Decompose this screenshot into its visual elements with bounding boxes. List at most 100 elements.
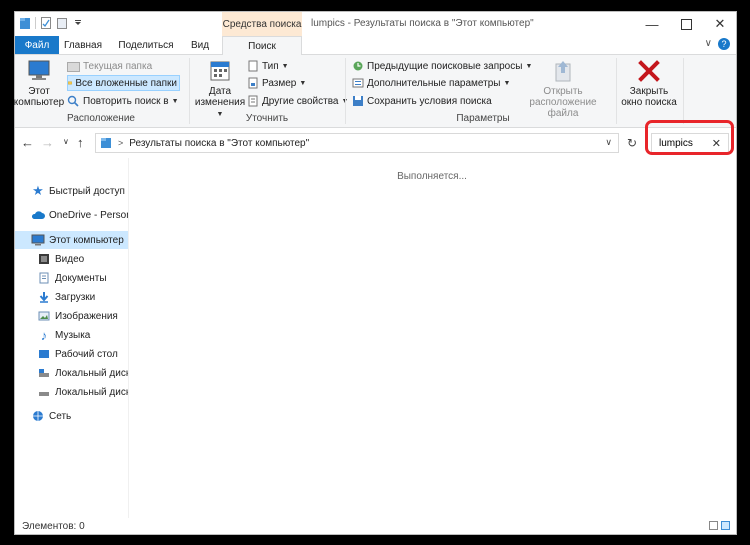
- nav-item-local-disk-1[interactable]: Локальный диск: [15, 364, 128, 382]
- nav-item-local-disk-2[interactable]: Локальный диск: [15, 383, 128, 401]
- type-filter-button[interactable]: Тип ▼: [247, 58, 289, 74]
- navigation-bar: ← → ∨ ↑ > Результаты поиска в "Этот комп…: [15, 128, 736, 158]
- computer-icon: [28, 60, 50, 80]
- subfolders-icon: [68, 81, 72, 85]
- search-progress-text: Выполняется...: [397, 171, 467, 182]
- all-subfolders-button[interactable]: Все вложенные папки: [67, 75, 180, 91]
- details-view-icon[interactable]: [709, 521, 718, 530]
- refresh-icon: ↻: [627, 136, 638, 150]
- calendar-icon: [210, 61, 230, 81]
- save-search-button[interactable]: Сохранить условия поиска: [352, 93, 492, 109]
- minimize-button[interactable]: —: [635, 12, 669, 36]
- search-results-folder-icon: [101, 138, 111, 148]
- type-icon: [248, 60, 258, 72]
- close-x-icon: [638, 60, 660, 82]
- view-switcher: [709, 521, 730, 530]
- this-pc-button[interactable]: Этот компьютер: [14, 58, 64, 108]
- ribbon-tabs: Файл Главная Поделиться Вид Поиск ∨ ?: [15, 36, 736, 55]
- hard-drive-icon: [37, 385, 51, 399]
- forward-arrow-icon: →: [41, 135, 54, 150]
- maximize-button[interactable]: [669, 12, 703, 36]
- dropdown-caret-icon: ▼: [503, 79, 511, 87]
- customize-qat-icon[interactable]: [72, 16, 84, 30]
- save-icon: [353, 96, 363, 106]
- open-file-location-button[interactable]: Открыть расположение файла: [515, 58, 611, 119]
- computer-icon: [31, 233, 45, 247]
- ribbon-separator: [616, 58, 617, 124]
- address-bar[interactable]: > Результаты поиска в "Этот компьютер" ∨: [95, 133, 619, 153]
- group-label-refine: Уточнить: [245, 113, 289, 124]
- group-label-location: Расположение: [67, 113, 135, 124]
- close-window-button[interactable]: ✕: [703, 12, 737, 36]
- open-location-icon: [555, 61, 571, 82]
- document-icon: [37, 271, 51, 285]
- nav-item-music[interactable]: ♪ Музыка: [15, 326, 128, 344]
- properties-icon[interactable]: [40, 16, 52, 30]
- close-icon: ✕: [714, 16, 726, 31]
- chevron-down-icon: ∨: [63, 137, 69, 146]
- ribbon: Этот компьютер Текущая папка Все вложенн…: [14, 55, 736, 128]
- nav-item-video[interactable]: Видео: [15, 250, 128, 268]
- nav-item-network[interactable]: Сеть: [15, 407, 128, 425]
- navigation-pane: ★ Быстрый доступ OneDrive - Persona Этот…: [15, 158, 129, 518]
- up-button[interactable]: ↑: [77, 135, 84, 150]
- nav-item-documents[interactable]: Документы: [15, 269, 128, 287]
- help-icon[interactable]: ?: [718, 38, 730, 50]
- breadcrumb-chevron-icon: >: [118, 138, 124, 148]
- window-title: lumpics - Результаты поиска в "Этот комп…: [311, 18, 534, 29]
- star-icon: ★: [32, 183, 44, 198]
- date-modified-button[interactable]: Дата изменения ▼: [195, 58, 245, 120]
- ribbon-separator: [189, 58, 190, 124]
- tab-view[interactable]: Вид: [183, 36, 217, 54]
- tab-share[interactable]: Поделиться: [113, 36, 179, 54]
- nav-item-desktop[interactable]: Рабочий стол: [15, 345, 128, 363]
- nav-item-this-pc[interactable]: Этот компьютер: [15, 231, 128, 249]
- folder-icon: [67, 61, 80, 72]
- back-button[interactable]: ←: [21, 135, 34, 150]
- new-folder-icon[interactable]: [56, 16, 68, 30]
- recent-searches-button[interactable]: Предыдущие поисковые запросы ▼: [352, 58, 532, 74]
- size-filter-button[interactable]: Размер ▼: [247, 75, 306, 91]
- search-again-icon: [67, 95, 79, 107]
- dropdown-caret-icon: ▼: [281, 62, 289, 70]
- properties-icon: [248, 95, 258, 107]
- size-icon: [248, 77, 258, 89]
- recent-locations-button[interactable]: ∨: [63, 137, 69, 146]
- search-tools-context-tab: Средства поиска: [222, 12, 302, 36]
- nav-item-onedrive[interactable]: OneDrive - Persona: [15, 206, 128, 224]
- other-properties-button[interactable]: Другие свойства ▼: [247, 93, 348, 109]
- advanced-options-button[interactable]: Дополнительные параметры ▼: [352, 75, 510, 91]
- large-icons-view-icon[interactable]: [721, 521, 730, 530]
- download-arrow-icon: [37, 290, 51, 304]
- tab-search[interactable]: Поиск: [222, 36, 302, 55]
- refresh-button[interactable]: ↻: [627, 136, 637, 150]
- pictures-icon: [37, 309, 51, 323]
- music-note-icon: ♪: [40, 327, 48, 343]
- nav-item-pictures[interactable]: Изображения: [15, 307, 128, 325]
- tab-home[interactable]: Главная: [59, 36, 107, 54]
- tab-file[interactable]: Файл: [15, 36, 59, 54]
- cloud-icon: [31, 208, 45, 222]
- group-label-options: Параметры: [456, 113, 510, 124]
- forward-button[interactable]: →: [41, 135, 54, 150]
- explorer-window: Средства поиска lumpics - Результаты пои…: [14, 11, 737, 535]
- collapse-ribbon-icon[interactable]: ∨: [705, 38, 712, 49]
- nav-item-quick-access[interactable]: ★ Быстрый доступ: [15, 182, 128, 200]
- maximize-icon: [680, 18, 692, 30]
- search-again-button[interactable]: Повторить поиск в ▼: [67, 93, 179, 109]
- breadcrumb-path[interactable]: Результаты поиска в "Этот компьютер": [129, 138, 309, 149]
- item-count: Элементов: 0: [22, 521, 85, 532]
- title-bar: Средства поиска lumpics - Результаты пои…: [15, 12, 736, 36]
- dropdown-caret-icon: ▼: [299, 79, 307, 87]
- recent-searches-icon: [353, 61, 363, 71]
- close-search-button[interactable]: Закрыть окно поиска: [619, 58, 679, 108]
- address-dropdown-icon[interactable]: ∨: [605, 137, 612, 148]
- nav-item-downloads[interactable]: Загрузки: [15, 288, 128, 306]
- ribbon-separator: [683, 58, 684, 124]
- desktop-icon: [37, 347, 51, 361]
- advanced-options-icon: [352, 78, 364, 88]
- folder-icon[interactable]: [19, 16, 31, 30]
- network-icon: [31, 409, 45, 423]
- current-folder-button[interactable]: Текущая папка: [67, 58, 152, 74]
- back-arrow-icon: ←: [21, 135, 34, 150]
